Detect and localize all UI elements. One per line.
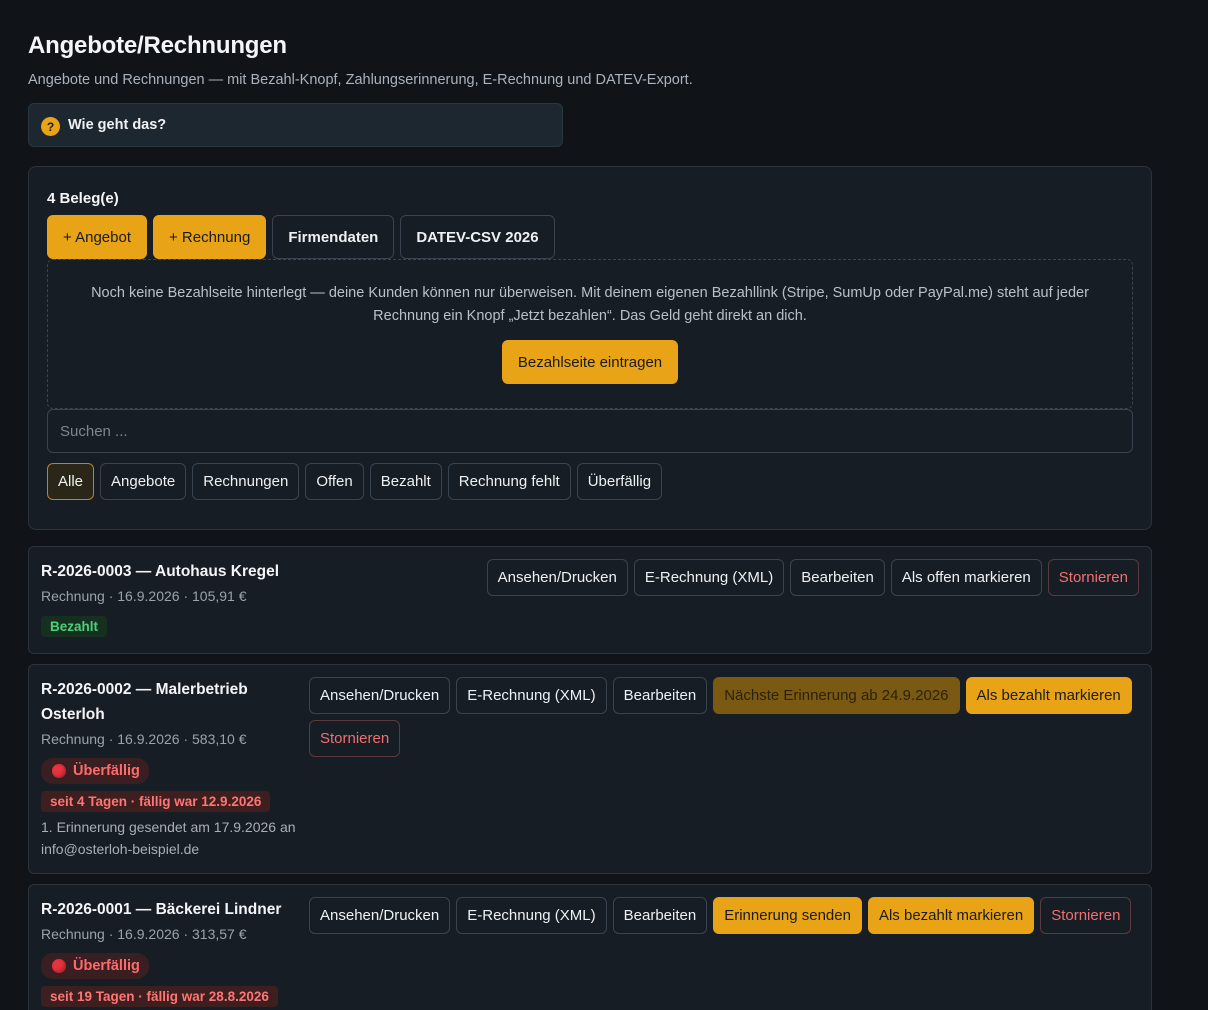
overdue-dot-icon (52, 764, 66, 778)
filter-all[interactable]: Alle (47, 463, 95, 500)
filter-invoices[interactable]: Rechnungen (192, 463, 300, 500)
document-count: 4 Beleg(e) (47, 190, 119, 207)
invoice-info: R-2026-0001 — Bäckerei Lindner Rechnung … (41, 897, 296, 1007)
invoice-card: R-2026-0001 — Bäckerei Lindner Rechnung … (28, 884, 1152, 1010)
invoice-title: R-2026-0002 — Malerbetrieb Osterloh (41, 681, 248, 723)
page-title: Angebote/Rechnungen (28, 32, 287, 59)
invoice-info: R-2026-0002 — Malerbetrieb Osterloh Rech… (41, 677, 296, 860)
toolbar: + Angebot + Rechnung Firmendaten DATEV-C… (47, 215, 1133, 259)
edit-button[interactable]: Bearbeiten (790, 559, 885, 596)
status-badge: Bezahlt (41, 616, 108, 637)
invoice-title: R-2026-0003 — Autohaus Kregel (41, 563, 280, 580)
invoice-meta: Rechnung · 16.9.2026 · 105,91 € (41, 588, 247, 604)
documents-panel: 4 Beleg(e) + Angebot + Rechnung Firmenda… (28, 166, 1152, 530)
filter-open[interactable]: Offen (305, 463, 364, 500)
howto-label: Wie geht das? (68, 117, 167, 133)
next-reminder-button: Nächste Erinnerung ab 24.9.2026 (713, 677, 960, 714)
status-badge: Überfällig (41, 758, 149, 784)
send-reminder-button[interactable]: Erinnerung senden (713, 897, 862, 934)
company-data-button[interactable]: Firmendaten (272, 215, 395, 259)
edit-button[interactable]: Bearbeiten (612, 677, 708, 714)
new-invoice-button[interactable]: + Rechnung (152, 215, 267, 259)
status-badge: Überfällig (41, 953, 149, 979)
view-print-button[interactable]: Ansehen/Drucken (309, 897, 451, 934)
overdue-since: seit 4 Tagen · fällig war 12.9.2026 (41, 791, 271, 812)
invoice-meta: Rechnung · 16.9.2026 · 313,57 € (41, 926, 247, 942)
mark-open-button[interactable]: Als offen markieren (890, 559, 1042, 596)
howto-toggle[interactable]: ? Wie geht das? (28, 103, 563, 147)
filter-missing-invoice[interactable]: Rechnung fehlt (447, 463, 571, 500)
e-invoice-xml-button[interactable]: E-Rechnung (XML) (633, 559, 785, 596)
e-invoice-xml-button[interactable]: E-Rechnung (XML) (456, 897, 607, 934)
overdue-dot-icon (52, 959, 66, 973)
invoice-actions: Ansehen/Drucken E-Rechnung (XML) Bearbei… (486, 559, 1139, 596)
search-input[interactable] (47, 409, 1133, 453)
invoice-card: R-2026-0003 — Autohaus Kregel Rechnung ·… (28, 546, 1152, 654)
filter-overdue[interactable]: Überfällig (576, 463, 663, 500)
e-invoice-xml-button[interactable]: E-Rechnung (XML) (456, 677, 607, 714)
invoice-actions: Ansehen/Drucken E-Rechnung (XML) Bearbei… (309, 677, 1139, 757)
notice-text: Noch keine Bezahlseite hinterlegt — dein… (91, 285, 1089, 324)
view-print-button[interactable]: Ansehen/Drucken (309, 677, 451, 714)
filter-offers[interactable]: Angebote (100, 463, 187, 500)
cancel-invoice-button[interactable]: Stornieren (1040, 897, 1132, 934)
view-print-button[interactable]: Ansehen/Drucken (486, 559, 628, 596)
invoice-actions: Ansehen/Drucken E-Rechnung (XML) Bearbei… (309, 897, 1139, 934)
edit-button[interactable]: Bearbeiten (612, 897, 708, 934)
invoice-info: R-2026-0003 — Autohaus Kregel Rechnung ·… (41, 559, 301, 637)
mark-paid-button[interactable]: Als bezahlt markieren (867, 897, 1035, 934)
new-offer-button[interactable]: + Angebot (47, 215, 147, 259)
status-label: Überfällig (73, 958, 140, 974)
invoice-meta: Rechnung · 16.9.2026 · 583,10 € (41, 731, 247, 747)
question-icon: ? (41, 117, 60, 136)
page: Angebote/Rechnungen Angebote und Rechnun… (28, 30, 1152, 1010)
filter-bar: Alle Angebote Rechnungen Offen Bezahlt R… (47, 463, 1133, 500)
payment-page-notice: Noch keine Bezahlseite hinterlegt — dein… (47, 259, 1133, 409)
mark-paid-button[interactable]: Als bezahlt markieren (965, 677, 1132, 714)
overdue-since: seit 19 Tagen · fällig war 28.8.2026 (41, 986, 278, 1007)
add-payment-page-button[interactable]: Bezahlseite eintragen (501, 340, 679, 384)
filter-paid[interactable]: Bezahlt (369, 463, 442, 500)
reminder-sent-note: 1. Erinnerung gesendet am 17.9.2026 an i… (41, 819, 296, 857)
status-label: Überfällig (73, 763, 140, 779)
page-subtitle: Angebote und Rechnungen — mit Bezahl-Kno… (28, 72, 693, 88)
datev-csv-button[interactable]: DATEV-CSV 2026 (400, 215, 555, 259)
invoice-title: R-2026-0001 — Bäckerei Lindner (41, 901, 282, 918)
cancel-invoice-button[interactable]: Stornieren (1047, 559, 1139, 596)
invoice-card: R-2026-0002 — Malerbetrieb Osterloh Rech… (28, 664, 1152, 874)
cancel-invoice-button[interactable]: Stornieren (309, 720, 401, 757)
